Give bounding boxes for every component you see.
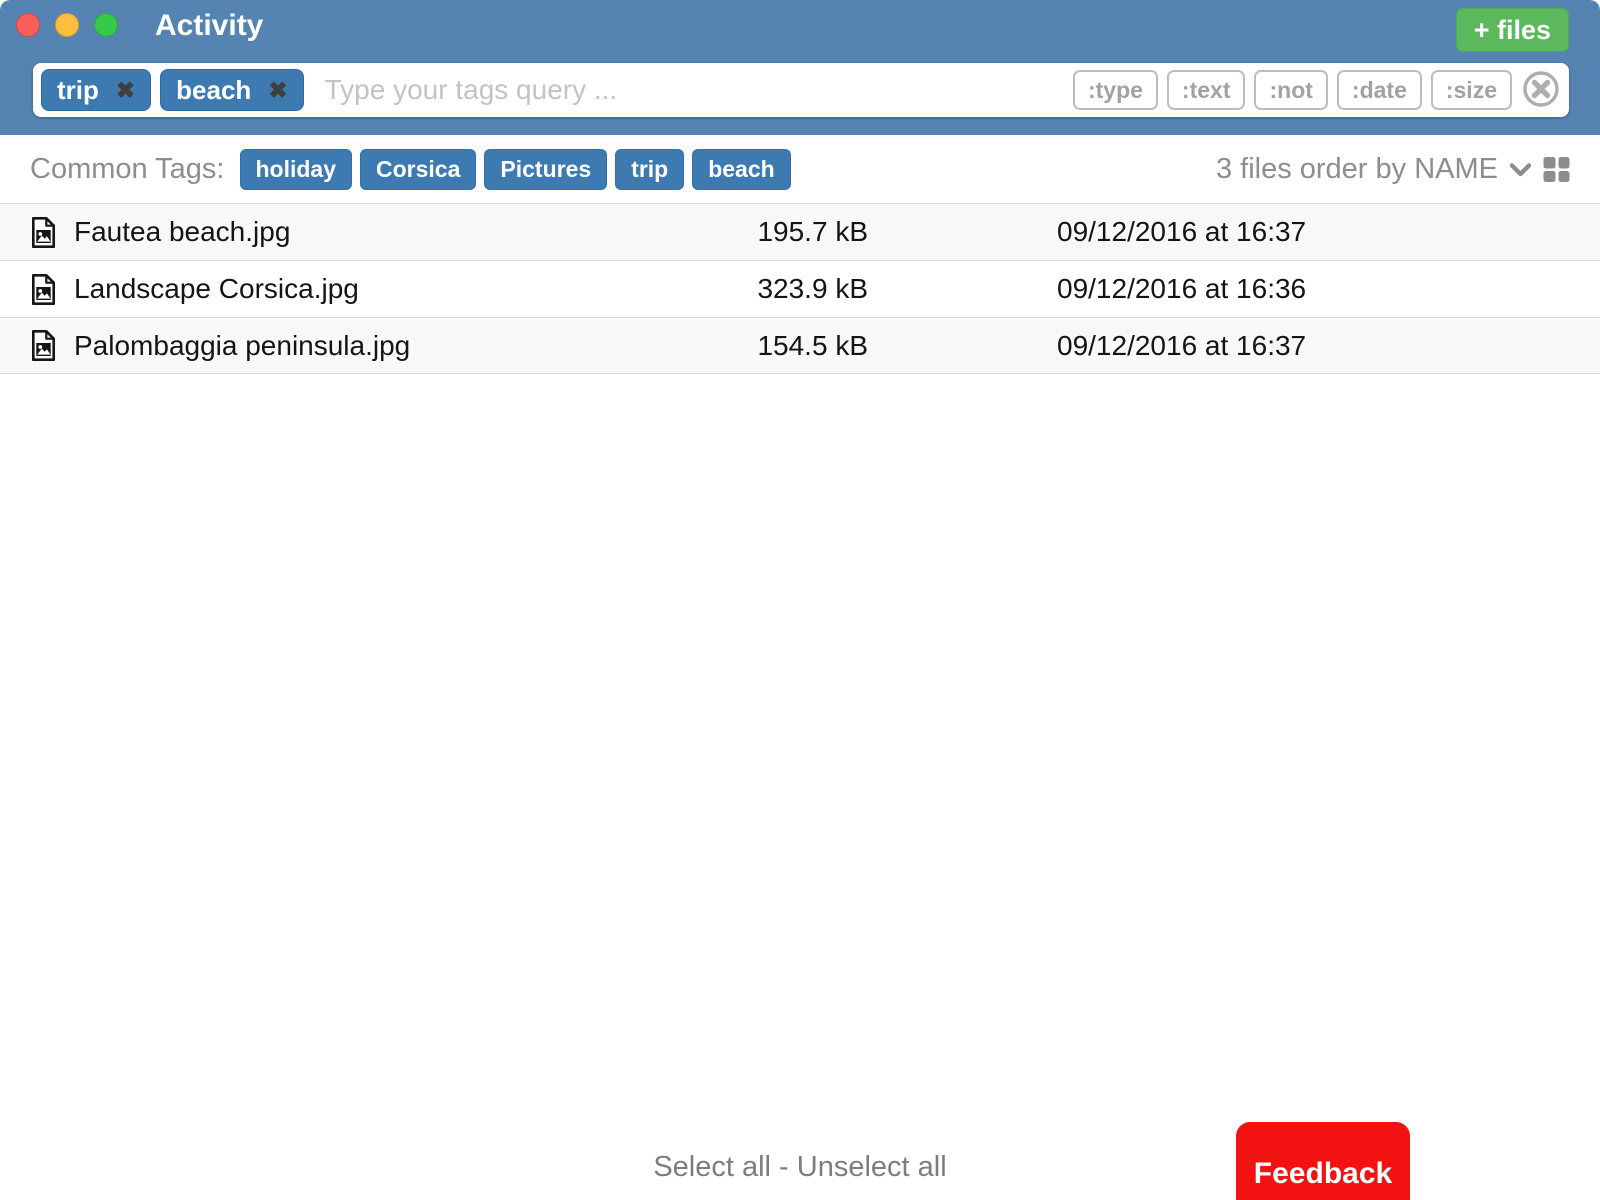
common-tag-corsica[interactable]: Corsica <box>360 149 476 190</box>
feedback-button[interactable]: Feedback <box>1236 1122 1410 1200</box>
window-zoom-button[interactable] <box>94 13 118 37</box>
grid-view-icon[interactable] <box>1543 156 1570 183</box>
select-all-link[interactable]: Select all <box>653 1151 771 1183</box>
image-file-icon <box>30 273 57 306</box>
filter-not-button[interactable]: :not <box>1254 70 1327 110</box>
window-close-button[interactable] <box>16 13 40 37</box>
file-name: Landscape Corsica.jpg <box>74 273 668 305</box>
tag-chip-label: trip <box>57 75 99 106</box>
common-tags-toolbar: Common Tags: holiday Corsica Pictures tr… <box>0 135 1600 203</box>
file-size: 323.9 kB <box>668 273 868 305</box>
clear-query-button[interactable] <box>1521 70 1561 110</box>
tag-chip-label: beach <box>176 75 251 106</box>
file-list: Fautea beach.jpg 195.7 kB 09/12/2016 at … <box>0 203 1600 374</box>
add-files-button[interactable]: + files <box>1456 8 1569 52</box>
tag-chip-trip[interactable]: trip ✖ <box>41 69 151 111</box>
common-tag-pictures[interactable]: Pictures <box>484 149 607 190</box>
file-row[interactable]: Fautea beach.jpg 195.7 kB 09/12/2016 at … <box>0 203 1600 260</box>
tags-query-bar[interactable]: trip ✖ beach ✖ :type :text :not :date :s… <box>33 63 1569 117</box>
image-file-icon <box>30 329 57 362</box>
common-tags-label: Common Tags: <box>30 153 225 186</box>
remove-tag-icon[interactable]: ✖ <box>268 79 287 102</box>
circle-x-icon <box>1521 69 1561 112</box>
file-date: 09/12/2016 at 16:36 <box>868 273 1600 305</box>
filter-size-button[interactable]: :size <box>1431 70 1512 110</box>
common-tag-beach[interactable]: beach <box>692 149 790 190</box>
file-row[interactable]: Palombaggia peninsula.jpg 154.5 kB 09/12… <box>0 317 1600 374</box>
file-date: 09/12/2016 at 16:37 <box>868 330 1600 362</box>
file-name: Fautea beach.jpg <box>74 216 668 248</box>
page-title: Activity <box>155 6 263 46</box>
window-minimize-button[interactable] <box>55 13 79 37</box>
image-file-icon <box>30 216 57 249</box>
filter-type-button[interactable]: :type <box>1073 70 1158 110</box>
remove-tag-icon[interactable]: ✖ <box>116 79 135 102</box>
titlebar: Activity + files trip ✖ beach ✖ :type :t… <box>0 0 1600 135</box>
app-window: Activity + files trip ✖ beach ✖ :type :t… <box>0 0 1600 1200</box>
links-separator: - <box>771 1151 797 1183</box>
tags-query-input[interactable] <box>313 74 1064 106</box>
common-tag-trip[interactable]: trip <box>615 149 684 190</box>
file-size: 195.7 kB <box>668 216 868 248</box>
common-tag-holiday[interactable]: holiday <box>240 149 353 190</box>
unselect-all-link[interactable]: Unselect all <box>797 1151 947 1183</box>
files-order-label[interactable]: 3 files order by NAME <box>1216 153 1498 186</box>
chevron-down-icon[interactable] <box>1507 156 1534 183</box>
tag-chip-beach[interactable]: beach ✖ <box>160 69 303 111</box>
sort-controls: 3 files order by NAME <box>1216 153 1570 186</box>
filter-text-button[interactable]: :text <box>1167 70 1246 110</box>
filter-date-button[interactable]: :date <box>1337 70 1422 110</box>
file-date: 09/12/2016 at 16:37 <box>868 216 1600 248</box>
file-row[interactable]: Landscape Corsica.jpg 323.9 kB 09/12/201… <box>0 260 1600 317</box>
file-size: 154.5 kB <box>668 330 868 362</box>
file-name: Palombaggia peninsula.jpg <box>74 330 668 362</box>
